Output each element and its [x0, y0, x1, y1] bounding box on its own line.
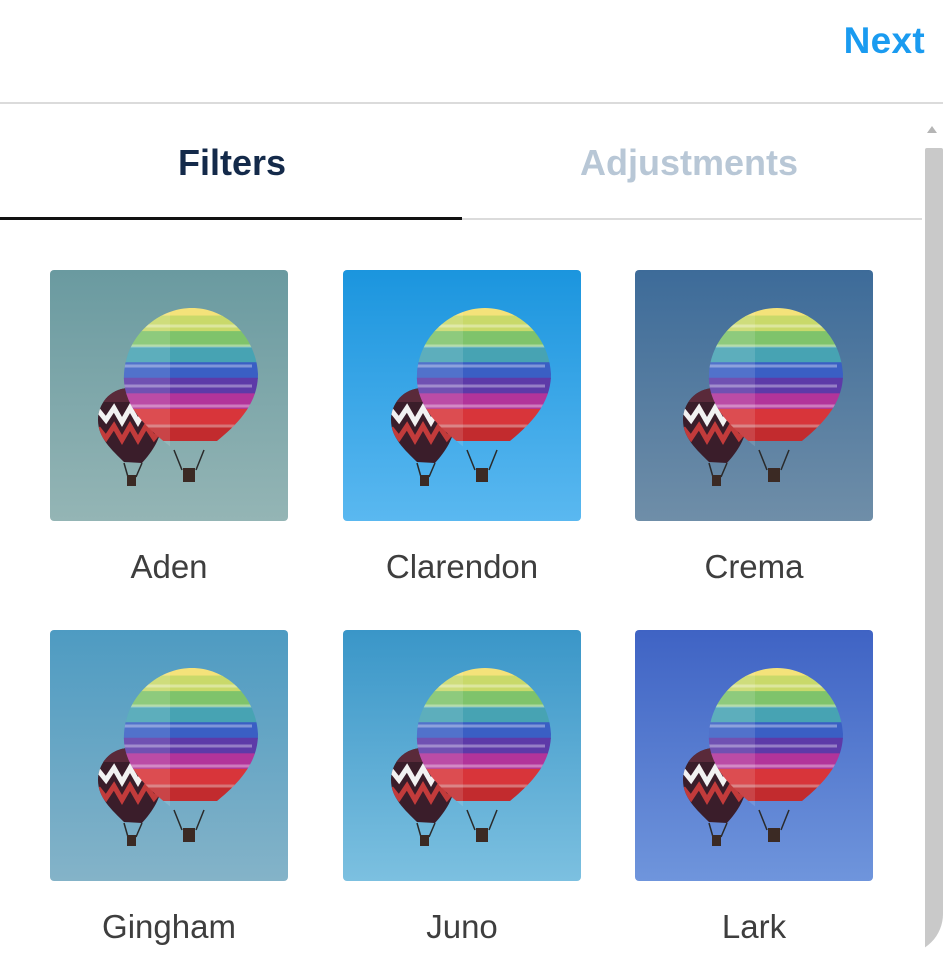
balloon-photo — [50, 270, 288, 521]
filter-name: Aden — [130, 548, 208, 585]
filter-name: Crema — [704, 548, 804, 585]
balloon-photo — [635, 270, 873, 521]
filter-thumbnail[interactable] — [343, 270, 581, 521]
filter-grid: Aden Clarendon Crema Gingham Juno Lark — [0, 220, 922, 954]
editor-tabs: Filters Adjustments — [0, 104, 922, 220]
tab-filters[interactable]: Filters — [178, 142, 286, 184]
filter-tile-aden[interactable]: Aden — [50, 270, 288, 585]
balloon-photo — [343, 630, 581, 881]
filter-name: Lark — [721, 908, 787, 945]
filter-thumbnail[interactable] — [50, 630, 288, 881]
triangle-up-icon[interactable] — [927, 126, 937, 133]
filter-tile-clarendon[interactable]: Clarendon — [343, 270, 581, 585]
next-button[interactable]: Next — [844, 20, 925, 62]
scrollbar[interactable] — [922, 104, 943, 954]
filter-name: Clarendon — [385, 548, 539, 585]
balloon-photo — [50, 630, 288, 881]
filter-editor-window: Next Filters Adjustments Aden Clarendon … — [0, 0, 943, 954]
filter-name: Juno — [426, 908, 498, 945]
tab-adjustments[interactable]: Adjustments — [580, 142, 798, 184]
filter-thumbnail[interactable] — [50, 270, 288, 521]
filter-tile-gingham[interactable]: Gingham — [50, 630, 288, 945]
scrollbar-thumb[interactable] — [925, 148, 943, 954]
top-bar: Next — [0, 0, 943, 104]
balloon-photo — [343, 270, 581, 521]
filter-thumbnail[interactable] — [343, 630, 581, 881]
filter-tile-lark[interactable]: Lark — [635, 630, 873, 945]
balloon-photo — [635, 630, 873, 881]
filter-tile-crema[interactable]: Crema — [635, 270, 873, 585]
filter-thumbnail[interactable] — [635, 630, 873, 881]
filter-thumbnail[interactable] — [635, 270, 873, 521]
filter-tile-juno[interactable]: Juno — [343, 630, 581, 945]
filter-name: Gingham — [102, 908, 236, 945]
